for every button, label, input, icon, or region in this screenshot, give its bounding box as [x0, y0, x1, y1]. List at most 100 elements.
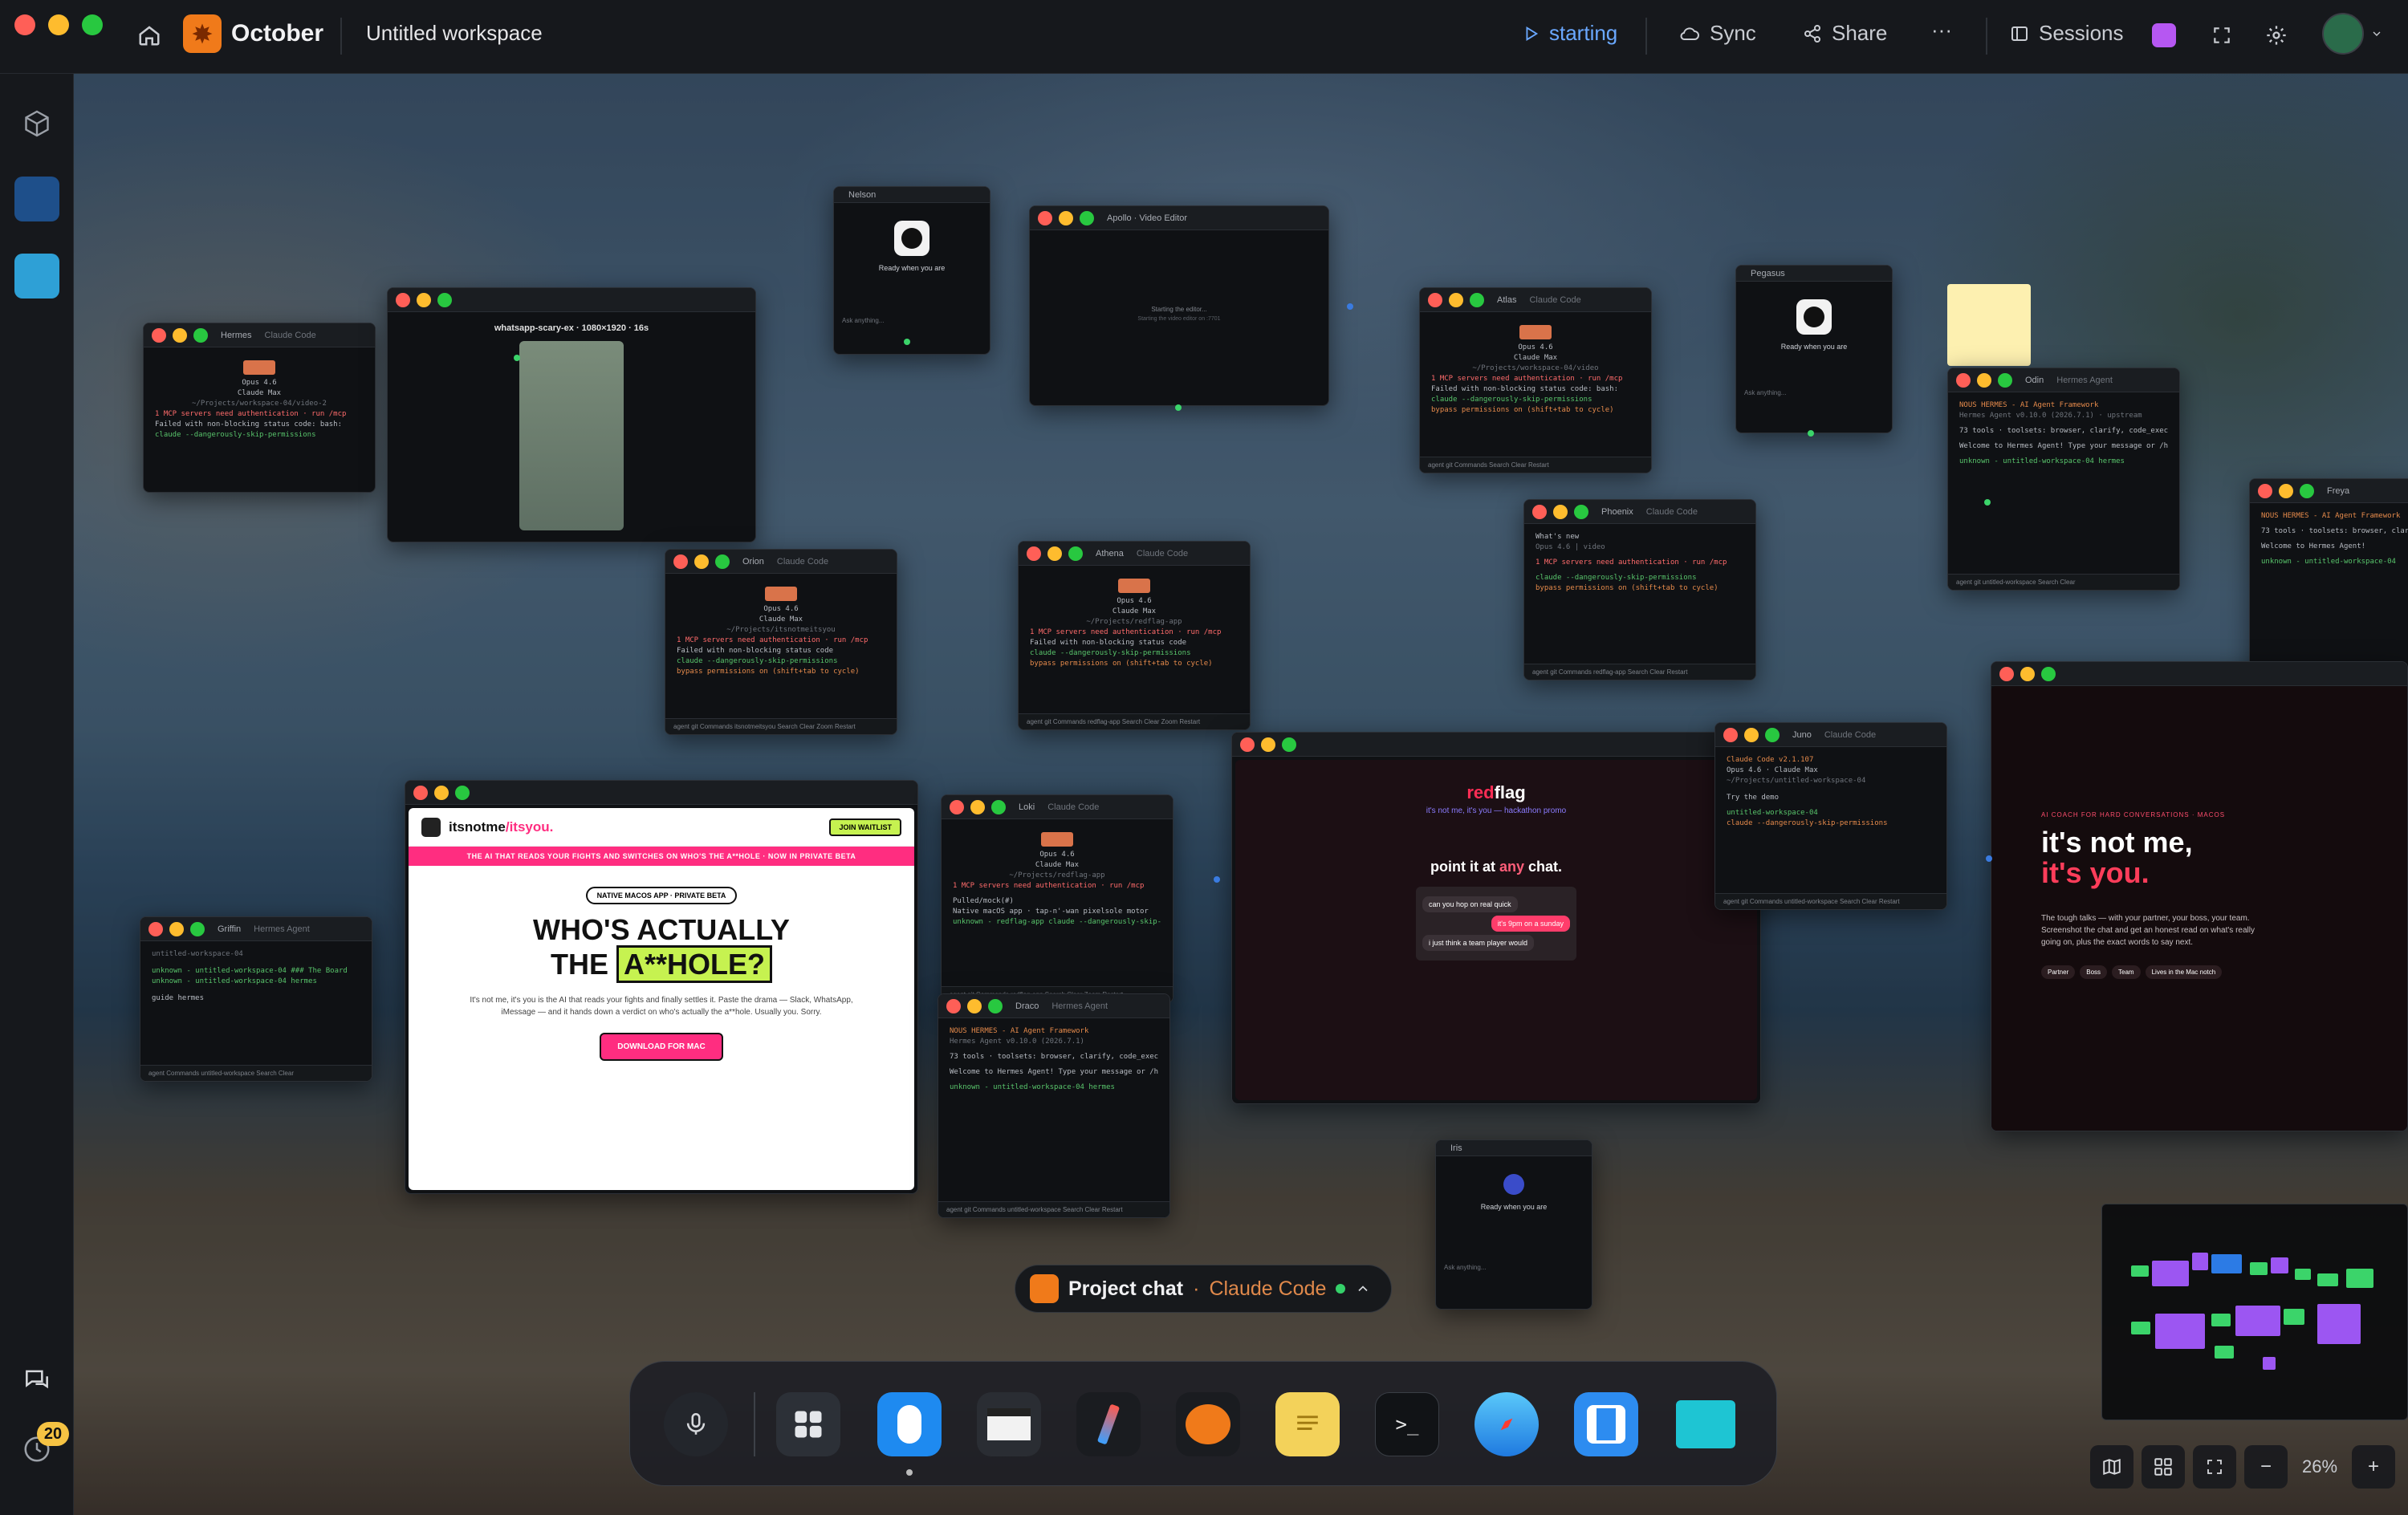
chat-bubble-icon[interactable]: [2145, 16, 2183, 55]
window-titlebar[interactable]: Draco Hermes Agent: [938, 994, 1169, 1018]
video-thumbnail[interactable]: [519, 341, 624, 530]
terminal-toolbar[interactable]: agent git untitled-workspace Search Clea…: [1948, 574, 2179, 590]
gear-icon[interactable]: [2257, 16, 2296, 55]
video-preview-window[interactable]: whatsapp-scary-ex · 1080×1920 · 16s: [387, 287, 756, 542]
window-titlebar[interactable]: Loki Claude Code: [942, 795, 1173, 819]
webpage-redflag[interactable]: redflag it's not me, it's you — hackatho…: [1235, 760, 1757, 1100]
user-menu-button[interactable]: [2316, 13, 2389, 55]
window-titlebar[interactable]: Griffin Hermes Agent: [140, 917, 372, 941]
agent-window-draco[interactable]: Draco Hermes Agent NOUS HERMES - AI Agen…: [938, 993, 1170, 1218]
more-button[interactable]: ···: [1931, 18, 1952, 43]
minimize-window-button[interactable]: [48, 14, 69, 35]
video-editor-window[interactable]: Apollo · Video Editor Starting the edito…: [1029, 205, 1329, 406]
connection-handle[interactable]: [1214, 876, 1220, 883]
connection-handle[interactable]: [514, 355, 520, 361]
project-chat-button[interactable]: Project chat · Claude Code: [1015, 1265, 1392, 1313]
finder-mouse-icon[interactable]: [877, 1392, 942, 1456]
window-titlebar[interactable]: Hermes Claude Code: [144, 323, 375, 347]
prompt-input[interactable]: Ask anything...: [1736, 389, 1892, 396]
video-clapper-icon[interactable]: [977, 1392, 1041, 1456]
window-titlebar[interactable]: [1991, 662, 2407, 686]
fullscreen-icon[interactable]: [2203, 16, 2241, 55]
agent-window-nelson[interactable]: Nelson Ready when you are Ask anything..…: [833, 186, 990, 355]
agent-window-atlas[interactable]: Atlas Claude Code Opus 4.6 Claude Max ~/…: [1419, 287, 1652, 473]
browser-window-redflag[interactable]: redflag it's not me, it's you — hackatho…: [1231, 732, 1761, 1104]
window-titlebar[interactable]: Pegasus: [1736, 266, 1892, 282]
connection-handle[interactable]: [1347, 303, 1353, 310]
terminal-toolbar[interactable]: agent git Commands itsnotmeitsyou Search…: [665, 718, 897, 734]
window-titlebar[interactable]: Orion Claude Code: [665, 550, 897, 574]
browser-window-itsnotme[interactable]: itsnotme/itsyou. JOIN WAITLIST THE AI TH…: [405, 780, 918, 1194]
prompt-input[interactable]: Ask anything...: [1436, 1264, 1592, 1271]
agent-window-juno[interactable]: Juno Claude Code Claude Code v2.1.107 Op…: [1714, 722, 1947, 910]
window-titlebar[interactable]: [1232, 733, 1760, 757]
agent-window-phoenix[interactable]: Phoenix Claude Code What's new Opus 4.6 …: [1523, 499, 1756, 680]
agent-window-orion[interactable]: Orion Claude Code Opus 4.6 Claude Max ~/…: [665, 549, 897, 735]
connection-handle[interactable]: [1808, 430, 1814, 437]
sticky-note[interactable]: [1947, 284, 2031, 366]
connection-handle[interactable]: [1986, 855, 1992, 862]
tag-boss[interactable]: Boss: [2080, 965, 2108, 979]
maximize-window-button[interactable]: [82, 14, 103, 35]
terminal-toolbar[interactable]: agent Commands untitled-workspace Search…: [140, 1065, 372, 1081]
browser-window-notme[interactable]: AI COACH FOR HARD CONVERSATIONS · MACOS …: [1991, 661, 2408, 1131]
tag-mac-notch[interactable]: Lives in the Mac notch: [2145, 965, 2223, 979]
zoom-in-button[interactable]: +: [2352, 1445, 2395, 1489]
terminal-toolbar[interactable]: agent git Commands untitled-workspace Se…: [938, 1201, 1169, 1217]
prompt-input[interactable]: Ask anything...: [834, 317, 990, 324]
microphone-icon[interactable]: [664, 1392, 728, 1456]
pumpkin-icon[interactable]: [1176, 1392, 1240, 1456]
cube-icon[interactable]: [14, 101, 59, 146]
terminal-toolbar[interactable]: agent git Commands redflag-app Search Cl…: [1524, 664, 1755, 680]
notes-icon[interactable]: [1275, 1392, 1340, 1456]
connection-handle[interactable]: [1175, 404, 1182, 411]
share-button[interactable]: Share: [1803, 21, 1887, 46]
webpage-notme[interactable]: AI COACH FOR HARD CONVERSATIONS · MACOS …: [1991, 686, 2407, 1131]
chevron-up-icon[interactable]: [1355, 1281, 1371, 1297]
site-brand[interactable]: itsnotme/itsyou.: [449, 819, 553, 835]
app-title[interactable]: October: [183, 14, 323, 53]
tag-partner[interactable]: Partner: [2041, 965, 2076, 979]
chat-icon[interactable]: [14, 1358, 59, 1403]
agent-window-iris[interactable]: Iris Ready when you are Ask anything...: [1435, 1139, 1592, 1310]
safari-compass-icon[interactable]: [1474, 1392, 1539, 1456]
terminal-icon[interactable]: >_: [1375, 1392, 1439, 1456]
workspace-name[interactable]: Untitled workspace: [366, 21, 543, 46]
window-titlebar[interactable]: Apollo · Video Editor: [1030, 206, 1328, 230]
grid-view-icon[interactable]: [2142, 1445, 2185, 1489]
terminal-toolbar[interactable]: agent git Commands Search Clear Restart: [1420, 457, 1651, 473]
connection-handle[interactable]: [1984, 499, 1991, 506]
window-titlebar[interactable]: Freya: [2250, 479, 2408, 503]
map-icon[interactable]: [2090, 1445, 2133, 1489]
agent-window-odin[interactable]: Odin Hermes Agent NOUS HERMES - AI Agent…: [1947, 368, 2180, 591]
folder-icon[interactable]: [1674, 1392, 1738, 1456]
connection-handle[interactable]: [904, 339, 910, 345]
sessions-button[interactable]: Sessions: [2010, 21, 2124, 46]
home-icon[interactable]: [130, 16, 169, 55]
agent-window-loki[interactable]: Loki Claude Code Opus 4.6 Claude Max ~/P…: [941, 794, 1173, 1003]
window-titlebar[interactable]: [388, 288, 755, 312]
terminal-toolbar[interactable]: agent git Commands untitled-workspace Se…: [1715, 893, 1946, 909]
window-titlebar[interactable]: Athena Claude Code: [1019, 542, 1250, 566]
dashboard-app-icon[interactable]: [14, 177, 59, 221]
agent-window-griffin[interactable]: Griffin Hermes Agent untitled-workspace-…: [140, 916, 372, 1082]
fit-to-screen-icon[interactable]: [2193, 1445, 2236, 1489]
window-titlebar[interactable]: Nelson: [834, 187, 990, 203]
agent-window-athena[interactable]: Athena Claude Code Opus 4.6 Claude Max ~…: [1018, 541, 1251, 730]
run-status-button[interactable]: starting: [1522, 21, 1617, 46]
terminal-toolbar[interactable]: agent git Commands redflag-app Search Cl…: [1019, 713, 1250, 729]
tag-team[interactable]: Team: [2112, 965, 2141, 979]
window-titlebar[interactable]: [405, 781, 917, 805]
download-for-mac-button[interactable]: DOWNLOAD FOR MAC: [600, 1033, 723, 1062]
window-titlebar[interactable]: Odin Hermes Agent: [1948, 368, 2179, 392]
window-titlebar[interactable]: Phoenix Claude Code: [1524, 500, 1755, 524]
design-app-icon[interactable]: [14, 254, 59, 299]
close-window-button[interactable]: [14, 14, 35, 35]
window-panes-icon[interactable]: [1574, 1392, 1638, 1456]
window-titlebar[interactable]: Iris: [1436, 1140, 1592, 1156]
zoom-out-button[interactable]: −: [2244, 1445, 2288, 1489]
agent-window-hermes[interactable]: Hermes Claude Code Opus 4.6 Claude Max ~…: [143, 323, 376, 493]
agent-window-pegasus[interactable]: Pegasus Ready when you are Ask anything.…: [1735, 265, 1893, 433]
pencil-icon[interactable]: [1076, 1392, 1141, 1456]
webpage-itsnotme[interactable]: itsnotme/itsyou. JOIN WAITLIST THE AI TH…: [409, 808, 914, 1190]
